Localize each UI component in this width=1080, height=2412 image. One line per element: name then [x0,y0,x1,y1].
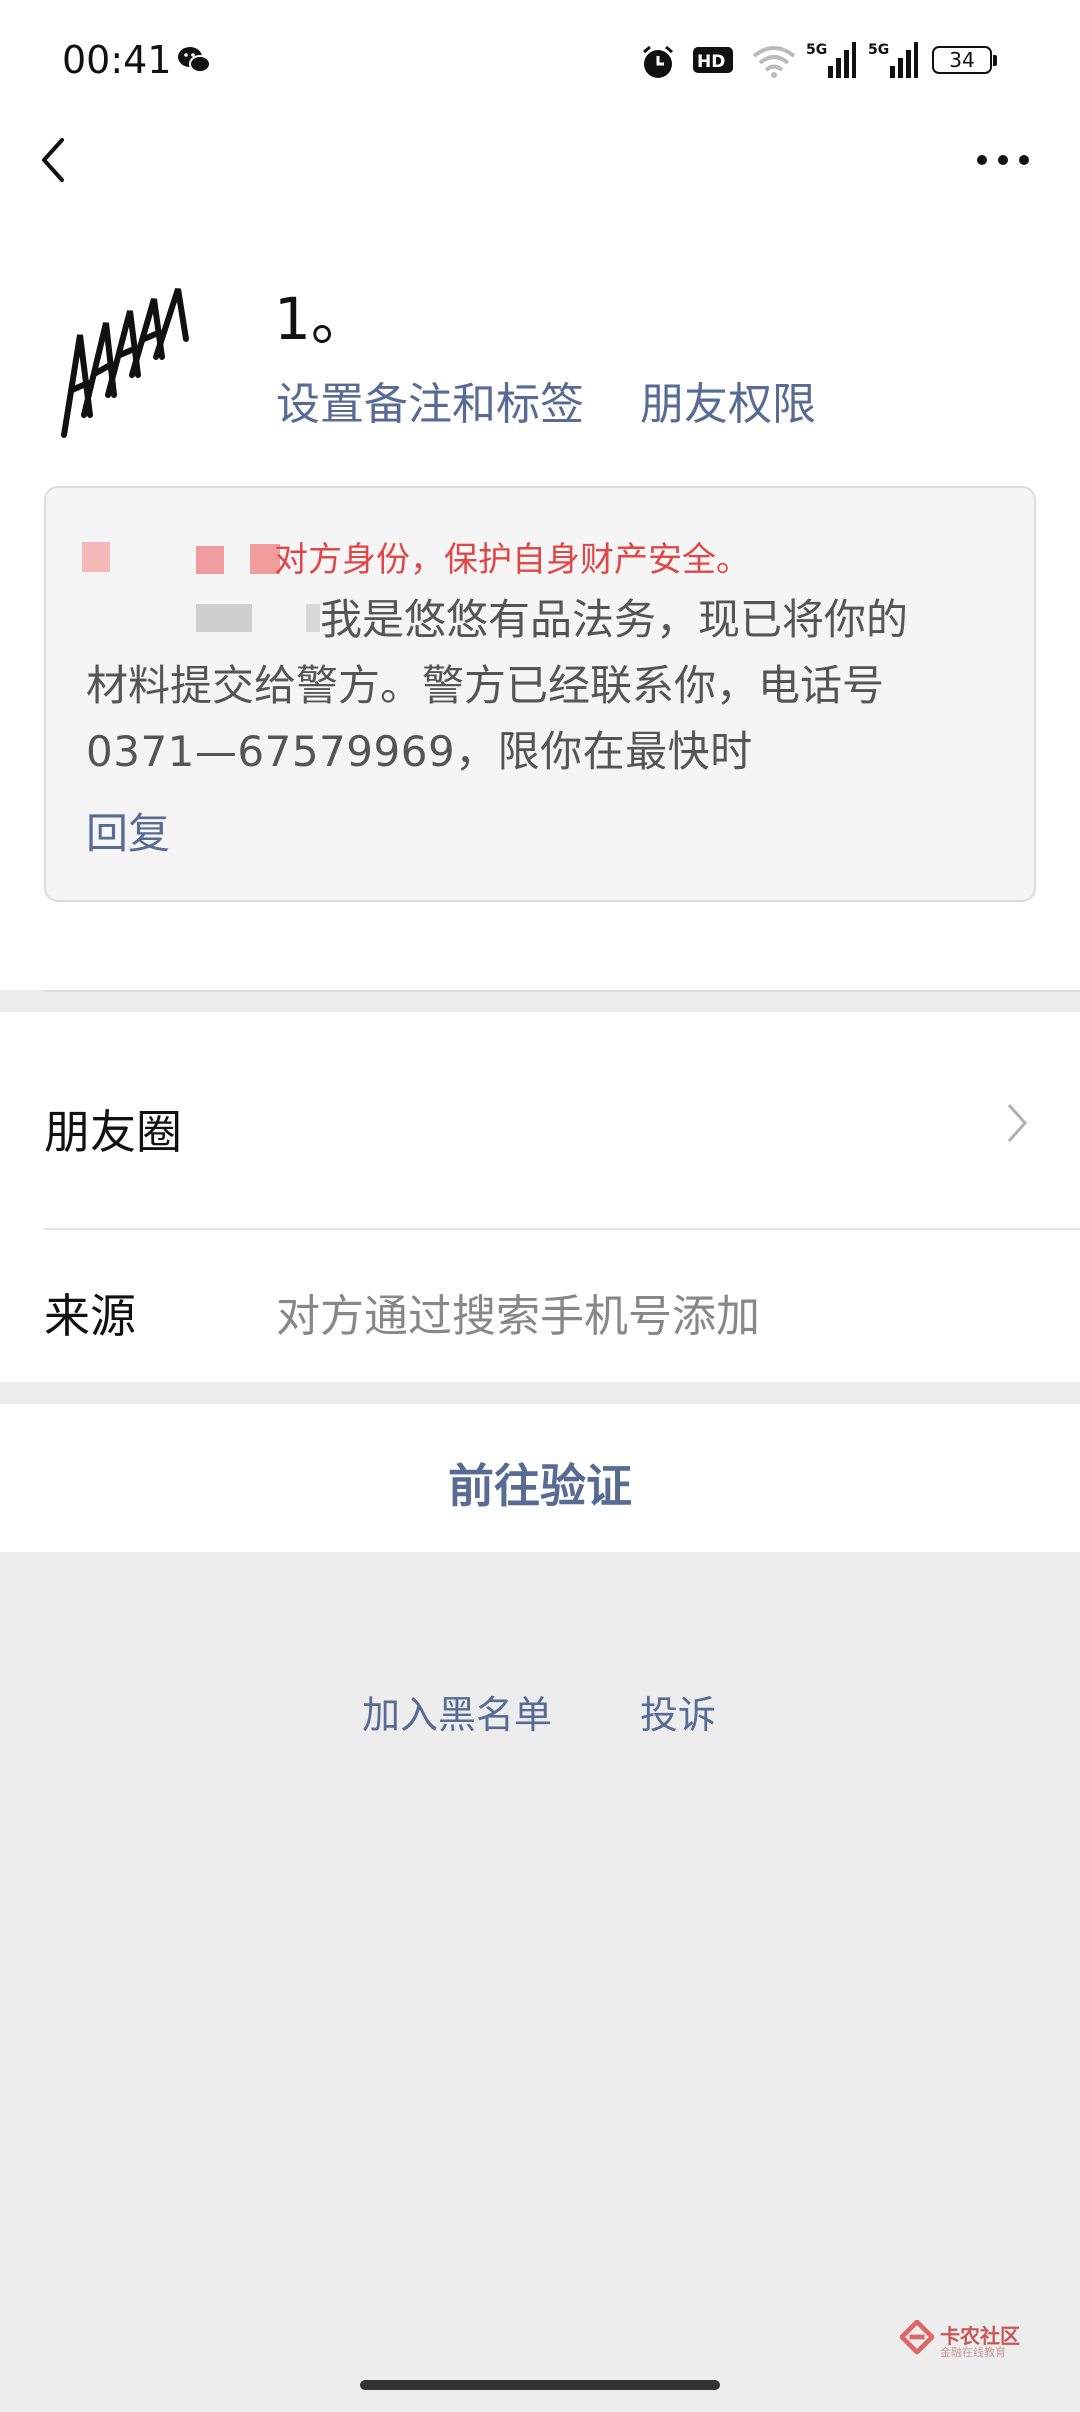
avatar[interactable] [50,265,210,445]
contact-name: 1。 [274,285,369,353]
section-gap [0,992,1080,1012]
cellular-signal-icon: 5G [868,42,918,78]
top-nav [0,125,1080,250]
section-gap [0,1382,1080,1404]
redacted-blur [306,604,320,632]
source-value: 对方通过搜索手机号添加 [276,1291,760,1342]
watermark-subtext: 金融在线教育 [940,2346,1006,2359]
message-line: 我是悠悠有品法务，现已将你的 [320,595,909,644]
redacted-blur [82,542,110,572]
svg-text:5G: 5G [806,42,827,58]
warning-text: 对方身份，保护自身财产安全。 [274,540,750,580]
report-link[interactable]: 投诉 [640,1684,716,1739]
battery-level: 34 [949,48,975,72]
message-line: 材料提交给警方。警方已经联系你，电话号 [86,661,885,710]
hd-voice-icon: HD [693,47,733,73]
wechat-notification-icon [178,47,211,73]
reply-link[interactable]: 回复 [86,800,170,861]
redacted-blur [196,546,224,574]
verify-button[interactable]: 前往验证 [0,1450,1080,1516]
add-to-blacklist-link[interactable]: 加入黑名单 [362,1684,552,1739]
home-indicator[interactable] [360,2380,720,2390]
message-line: 0371—67579969，限你在最快时 [86,727,753,776]
moments-label: 朋友圈 [44,1105,182,1159]
cellular-signal-icon: 5G [806,42,856,78]
chevron-right-icon [1007,1104,1028,1142]
back-arrow-icon[interactable] [30,128,80,192]
watermark-logo-icon [900,2320,934,2354]
wifi-icon [752,46,796,78]
status-time: 00:41 [62,38,172,82]
friend-permission-link[interactable]: 朋友权限 [640,368,816,432]
divider [44,1228,1080,1230]
alarm-icon [643,45,673,78]
svg-text:HD: HD [697,52,725,72]
set-remark-link[interactable]: 设置备注和标签 [276,368,584,432]
svg-text:5G: 5G [868,42,889,58]
redacted-blur [196,604,252,632]
source-label: 来源 [44,1289,136,1343]
more-options-icon[interactable] [972,140,1034,180]
battery-icon: 34 [932,46,1000,76]
